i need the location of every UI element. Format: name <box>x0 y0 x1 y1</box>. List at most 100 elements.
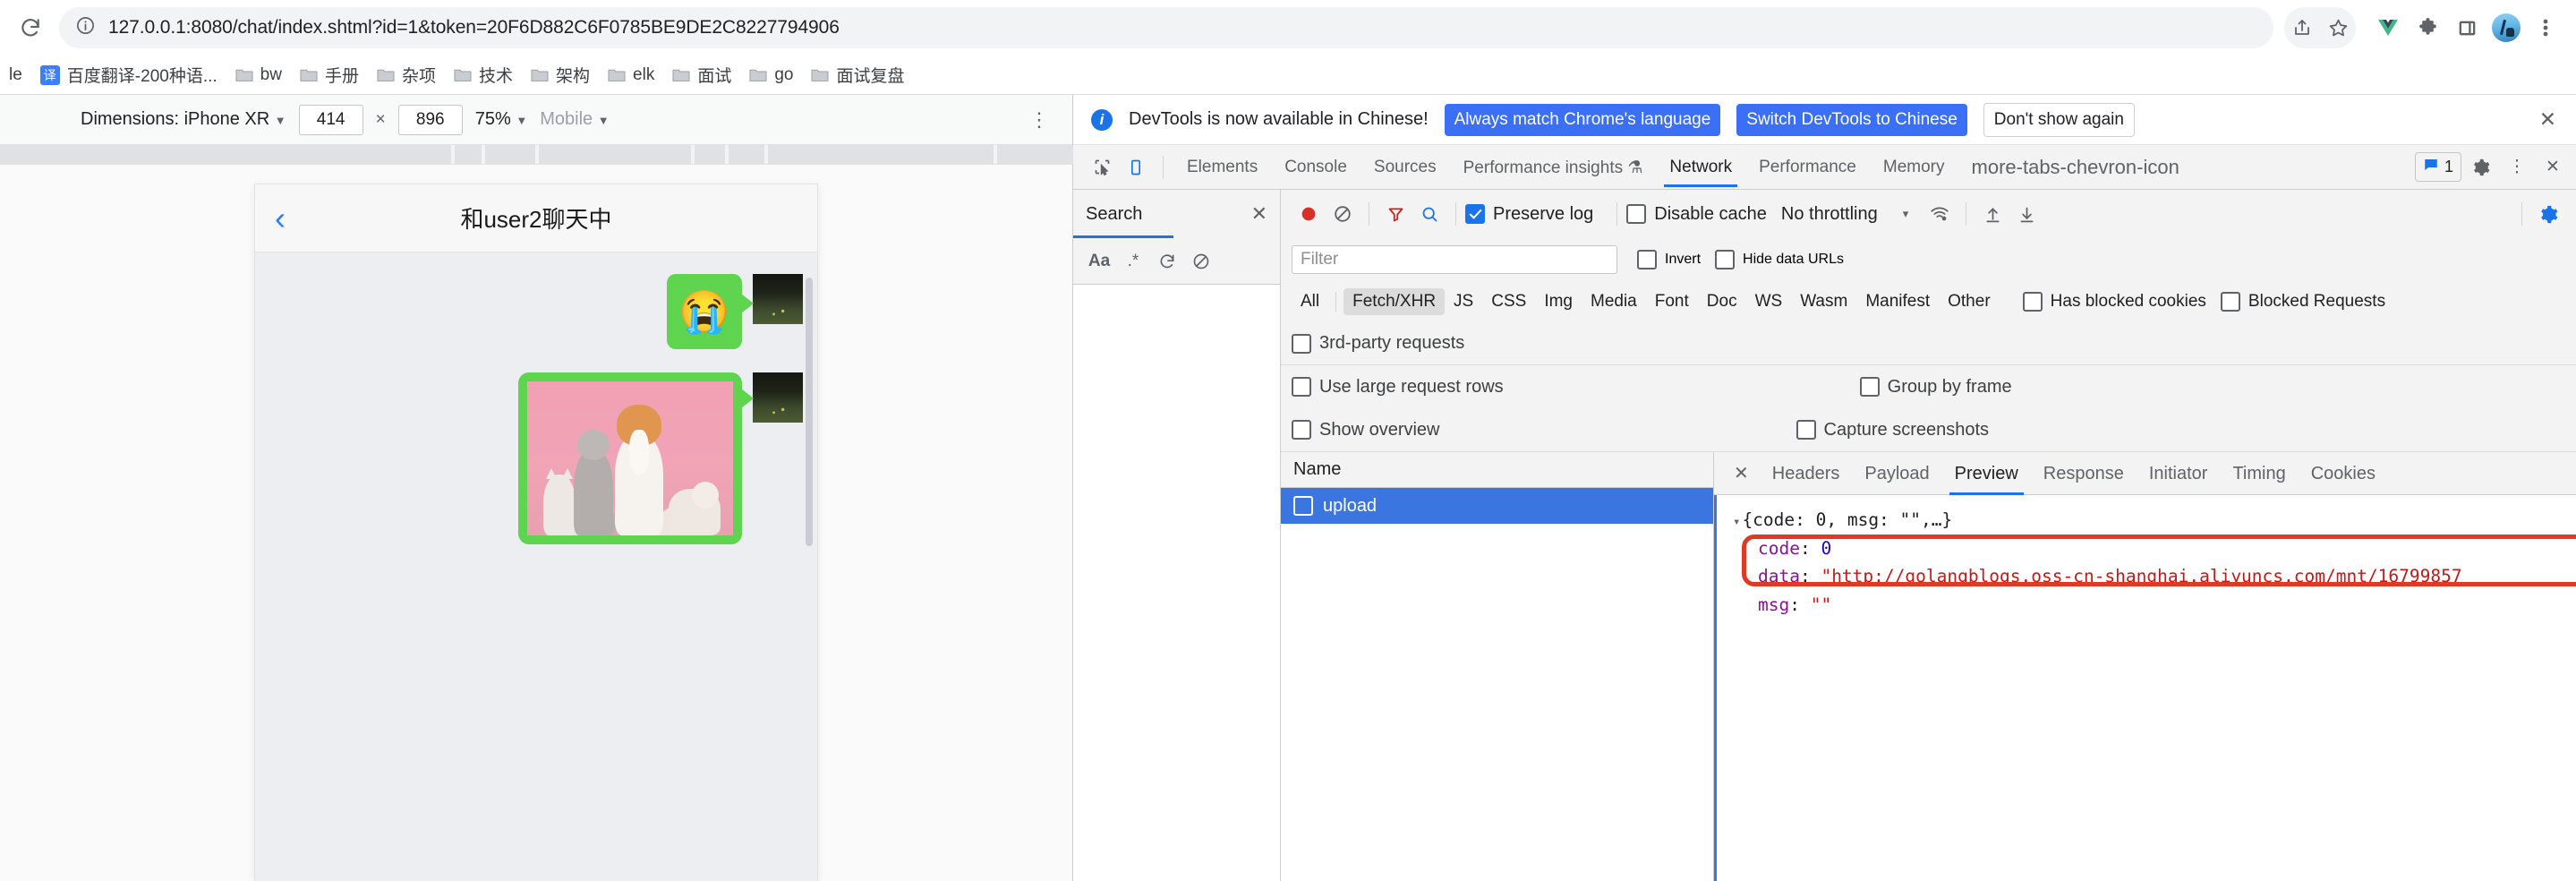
type-filter-fetch-xhr[interactable]: Fetch/XHR <box>1343 288 1446 315</box>
tab-payload[interactable]: Payload <box>1852 452 1941 495</box>
bookmark-item-jiagou[interactable]: 架构 <box>522 58 599 91</box>
tab-console[interactable]: Console <box>1272 147 1360 187</box>
refresh-icon[interactable] <box>1152 246 1182 277</box>
tab-headers[interactable]: Headers <box>1760 452 1853 495</box>
blocked-requests-checkbox[interactable]: Blocked Requests <box>2220 292 2385 312</box>
issues-counter[interactable]: 1 <box>2414 152 2461 182</box>
type-filter-all[interactable]: All <box>1292 288 1328 315</box>
profile-avatar[interactable] <box>2488 10 2524 46</box>
side-panel-icon[interactable] <box>2449 10 2485 46</box>
search-magnifier-icon[interactable] <box>1412 197 1446 231</box>
type-filter-wasm[interactable]: Wasm <box>1791 288 1856 315</box>
network-conditions-wifi-icon[interactable] <box>1923 197 1957 231</box>
filter-funnel-icon[interactable] <box>1378 197 1412 231</box>
message-bubble-emoji[interactable]: 😭 <box>667 274 754 349</box>
bookmark-truncated-first[interactable]: le <box>0 61 31 90</box>
gear-icon[interactable] <box>2465 151 2497 184</box>
tab-initiator[interactable]: Initiator <box>2137 452 2221 495</box>
type-filter-font[interactable]: Font <box>1646 288 1698 315</box>
hide-data-urls-checkbox[interactable]: Hide data URLs <box>1715 250 1844 269</box>
message-image[interactable] <box>527 381 733 535</box>
expand-triangle-icon[interactable]: ▾ <box>1733 515 1740 529</box>
zoom-dropdown[interactable]: 75% ▼ <box>475 109 527 130</box>
more-tabs-chevron-icon[interactable]: more-tabs-chevron-icon <box>1959 145 2192 189</box>
bookmark-item-jishu[interactable]: 技术 <box>445 58 522 91</box>
match-case-icon[interactable]: Aa <box>1084 246 1114 277</box>
invert-checkbox[interactable]: Invert <box>1637 250 1701 269</box>
reload-icon[interactable] <box>13 10 48 46</box>
tab-elements[interactable]: Elements <box>1174 147 1270 187</box>
clear-icon[interactable] <box>1186 246 1216 277</box>
close-icon[interactable]: ✕ <box>2534 107 2562 132</box>
avatar[interactable] <box>753 274 803 324</box>
tab-performance-insights[interactable]: Performance insights ⚗ <box>1451 147 1656 188</box>
tab-memory[interactable]: Memory <box>1871 147 1958 187</box>
type-filter-other[interactable]: Other <box>1939 288 2000 315</box>
close-detail-icon[interactable]: ✕ <box>1723 462 1760 484</box>
tab-response[interactable]: Response <box>2031 452 2137 495</box>
record-red-circle-icon[interactable] <box>1292 197 1326 231</box>
bookmark-item-mianshi[interactable]: 面试 <box>663 58 740 91</box>
bookmark-item-mianshifupan[interactable]: 面试复盘 <box>802 58 913 91</box>
bookmark-item-baidu-translate[interactable]: 译 百度翻译-200种语... <box>31 58 226 91</box>
regex-icon[interactable]: .* <box>1118 246 1148 277</box>
tab-cookies[interactable]: Cookies <box>2299 452 2388 495</box>
dont-show-again-button[interactable]: Don't show again <box>1983 102 2135 137</box>
export-har-down-arrow-icon[interactable] <box>2009 197 2043 231</box>
import-har-up-arrow-icon[interactable] <box>1975 197 2009 231</box>
info-circle-icon[interactable] <box>75 15 96 40</box>
type-filter-js[interactable]: JS <box>1445 288 1482 315</box>
chrome-menu-kebab-icon[interactable] <box>2528 10 2563 46</box>
vue-devtools-icon[interactable] <box>2370 10 2406 46</box>
preserve-log-checkbox[interactable]: Preserve log <box>1465 204 1593 225</box>
bookmark-star-icon[interactable] <box>2320 10 2356 46</box>
third-party-requests-checkbox[interactable]: 3rd-party requests <box>1292 333 1464 354</box>
back-chevron-icon[interactable]: ‹ <box>275 201 286 235</box>
tab-network[interactable]: Network <box>1657 147 1744 187</box>
tab-sources[interactable]: Sources <box>1361 147 1449 187</box>
bookmark-item-elk[interactable]: elk <box>599 61 663 90</box>
capture-screenshots-checkbox[interactable]: Capture screenshots <box>1796 420 1989 440</box>
clear-no-entry-icon[interactable] <box>1326 197 1360 231</box>
tab-timing[interactable]: Timing <box>2220 452 2298 495</box>
large-rows-checkbox[interactable]: Use large request rows <box>1292 377 1504 398</box>
avatar[interactable] <box>753 372 803 423</box>
type-filter-doc[interactable]: Doc <box>1698 288 1746 315</box>
json-preview-viewer[interactable]: ▾ {code: 0, msg: "",…} code: 0 data: "htt… <box>1714 495 2576 881</box>
address-bar[interactable]: 127.0.0.1:8080/chat/index.shtml?id=1&tok… <box>59 7 2273 48</box>
message-bubble-image[interactable] <box>518 372 754 544</box>
tab-search[interactable]: Search <box>1086 204 1142 225</box>
type-filter-media[interactable]: Media <box>1582 288 1646 315</box>
throttling-dropdown[interactable]: No throttling ▾ <box>1781 204 1908 225</box>
type-filter-ws[interactable]: WS <box>1746 288 1792 315</box>
group-by-frame-checkbox[interactable]: Group by frame <box>1859 377 2012 398</box>
json-root-line[interactable]: ▾ {code: 0, msg: "",…} <box>1720 506 2576 535</box>
type-filter-img[interactable]: Img <box>1535 288 1582 315</box>
inspect-element-icon[interactable] <box>1086 151 1118 184</box>
type-filter-manifest[interactable]: Manifest <box>1856 288 1939 315</box>
bookmark-item-shouce[interactable]: 手册 <box>291 58 368 91</box>
has-blocked-cookies-checkbox[interactable]: Has blocked cookies <box>2022 292 2206 312</box>
extensions-puzzle-icon[interactable] <box>2410 10 2445 46</box>
always-match-language-button[interactable]: Always match Chrome's language <box>1444 103 1721 136</box>
table-row[interactable]: upload <box>1281 488 1713 524</box>
bookmark-item-go[interactable]: go <box>740 61 802 90</box>
device-width-input[interactable] <box>298 104 363 135</box>
switch-to-chinese-button[interactable]: Switch DevTools to Chinese <box>1736 103 1967 136</box>
tab-preview[interactable]: Preview <box>1942 452 2031 495</box>
filter-input[interactable] <box>1292 245 1617 274</box>
disable-cache-checkbox[interactable]: Disable cache <box>1626 204 1767 225</box>
device-ruler[interactable] <box>0 145 1073 165</box>
device-type-dropdown[interactable]: Mobile ▼ <box>540 109 609 130</box>
network-settings-gear-icon[interactable] <box>2531 197 2565 231</box>
device-toolbar-icon[interactable] <box>1120 151 1152 184</box>
dimensions-dropdown[interactable]: Dimensions: iPhone XR ▼ <box>81 109 286 130</box>
more-options-kebab-icon[interactable]: ⋮ <box>1029 108 1060 132</box>
close-devtools-icon[interactable]: ✕ <box>2537 151 2569 184</box>
bookmark-item-bw[interactable]: bw <box>226 61 291 90</box>
request-checkbox[interactable] <box>1293 496 1313 516</box>
bookmark-item-zaxiang[interactable]: 杂项 <box>368 58 445 91</box>
show-overview-checkbox[interactable]: Show overview <box>1292 420 1440 440</box>
tab-performance[interactable]: Performance <box>1746 147 1869 187</box>
device-height-input[interactable] <box>397 104 463 135</box>
